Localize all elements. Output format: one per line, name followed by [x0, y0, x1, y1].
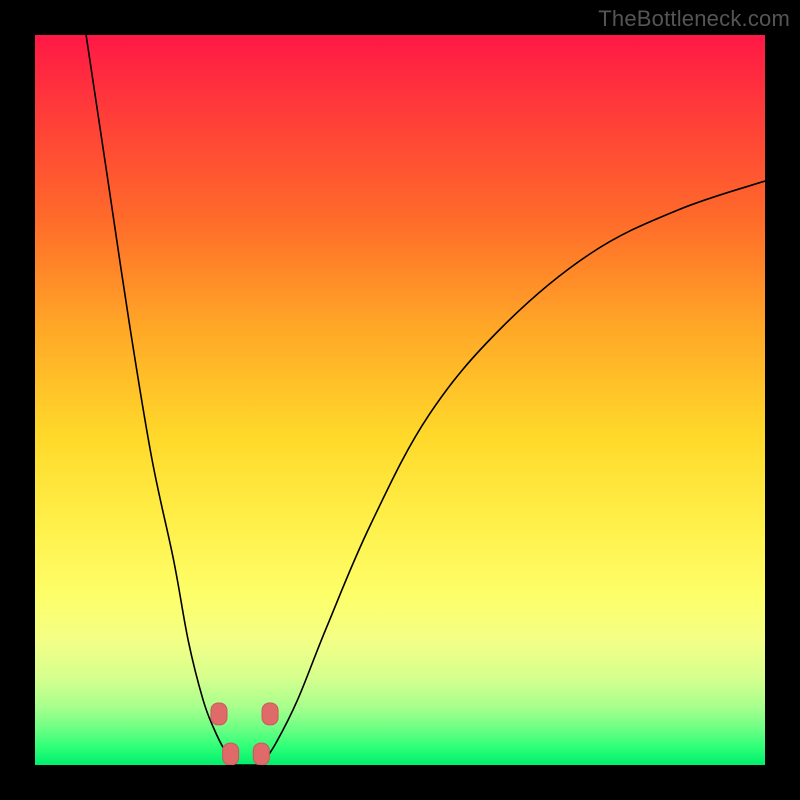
data-marker	[223, 743, 239, 765]
watermark-text: TheBottleneck.com	[598, 6, 790, 32]
markers-group	[211, 703, 278, 765]
curve-group	[86, 35, 765, 765]
data-marker	[211, 703, 227, 725]
plot-area	[35, 35, 765, 765]
chart-svg	[35, 35, 765, 765]
left-branch-line	[86, 35, 236, 765]
right-branch-line	[261, 181, 765, 765]
data-marker	[253, 743, 269, 765]
data-marker	[262, 703, 278, 725]
chart-frame: TheBottleneck.com	[0, 0, 800, 800]
